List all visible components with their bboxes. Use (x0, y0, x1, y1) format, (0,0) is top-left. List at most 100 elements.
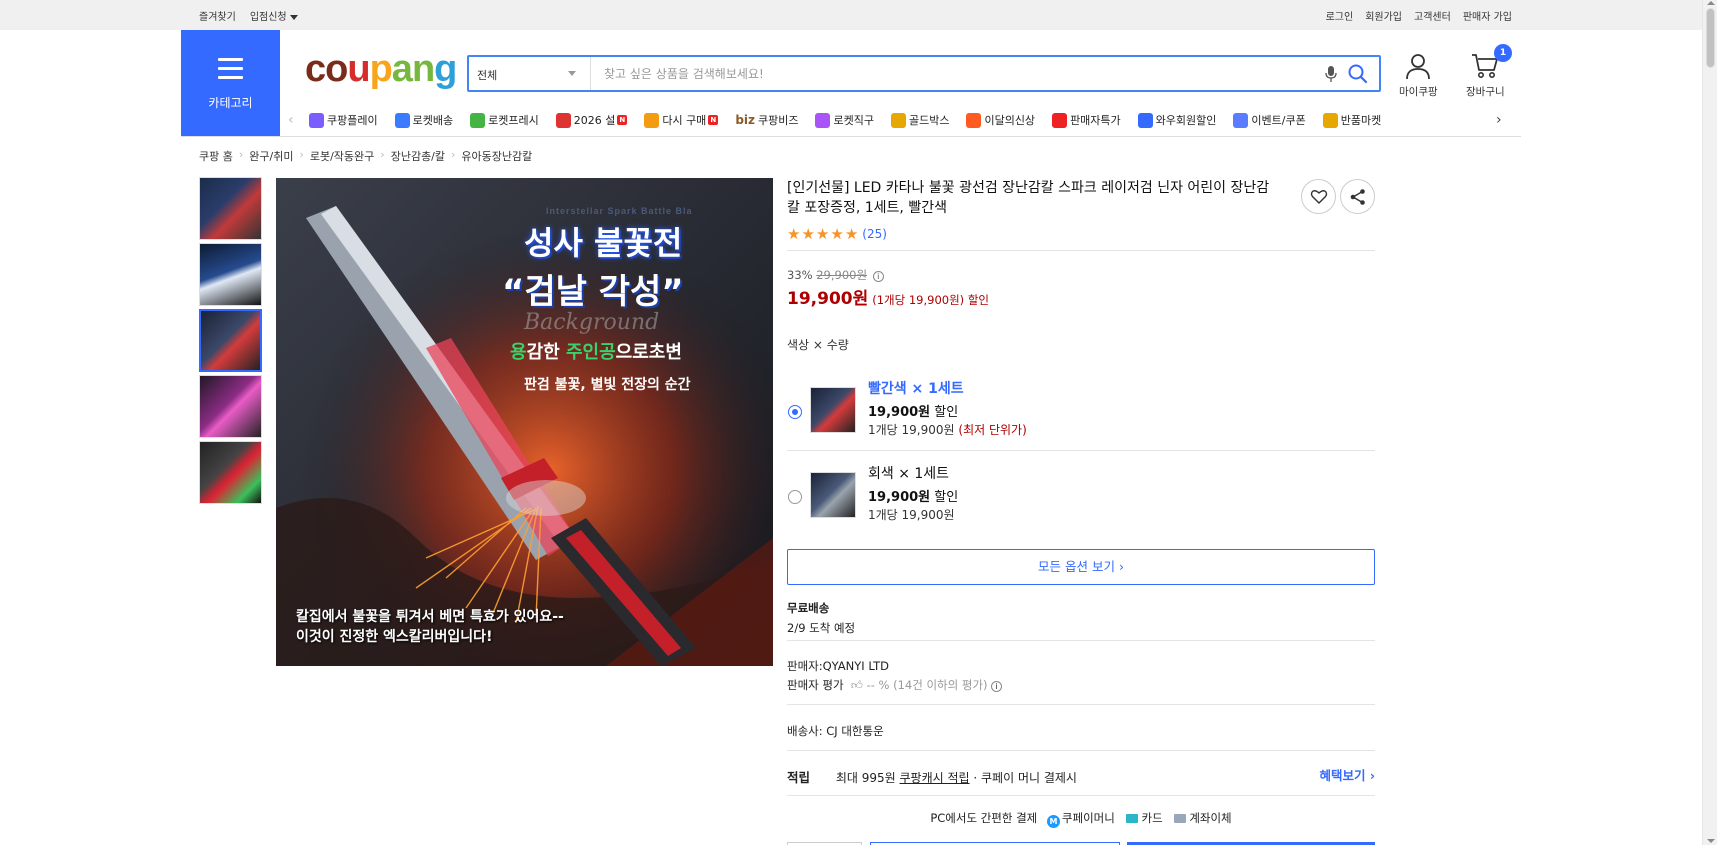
thumbnail-list (199, 177, 262, 507)
nav-item[interactable]: 이벤트/쿠폰 (1233, 112, 1306, 128)
breadcrumb-item[interactable]: 쿠팡 홈 (199, 148, 233, 164)
option-radio[interactable] (788, 490, 802, 504)
nav-item[interactable]: 2026 설N (555, 112, 628, 128)
my-coupang-label: 마이쿠팡 (1399, 86, 1438, 98)
breadcrumb-item[interactable]: 장난감총/칼 (391, 148, 445, 164)
thumbs-up-icon: 👍︎ (847, 678, 863, 692)
option-unit-price: 1개당 19,900원 (최저 단위가) (868, 423, 1027, 437)
share-button[interactable] (1340, 179, 1375, 214)
product-main-image[interactable]: Interstellar Spark Battle Bla 성사 불꽃전 “검날… (276, 178, 773, 666)
review-count[interactable]: (25) (862, 227, 887, 241)
nav-item[interactable]: 로켓배송 (394, 112, 453, 128)
nav-item-icon (1052, 112, 1068, 128)
divider (787, 250, 1375, 251)
hamburger-icon (218, 58, 243, 79)
category-menu-button[interactable]: 카테고리 (181, 30, 280, 136)
nav-item-icon (644, 112, 660, 128)
free-shipping-label: 무료배송 (787, 601, 830, 615)
seller-rating-note: (14건 이하의 평가) (893, 678, 988, 692)
nav-prev-icon[interactable]: ‹ (288, 112, 294, 128)
nav-item[interactable]: 로켓프레시 (470, 112, 539, 128)
search-input[interactable] (592, 57, 1292, 90)
nav-item[interactable]: 로켓직구 (815, 112, 874, 128)
nav-item[interactable]: 골드박스 (890, 112, 949, 128)
option-price: 19,900원 할인 (868, 405, 959, 420)
nav-item[interactable]: 판매자특가 (1052, 112, 1121, 128)
reward-row: 적립 최대 995원 쿠팡캐시 적립 · 쿠페이 머니 결제시 (787, 767, 1077, 786)
option-thumbnail (810, 387, 856, 433)
nav-item[interactable]: 와우회원할인 (1137, 112, 1217, 128)
option-item-red[interactable]: 빨간색 × 1세트 19,900원 할인 1개당 19,900원 (최저 단위가… (787, 371, 1375, 455)
microphone-icon[interactable] (1325, 65, 1337, 83)
coupay-icon: M (1046, 815, 1060, 828)
nav-item-label: 2026 설 (573, 114, 616, 127)
search-category-select[interactable]: 전체 (469, 57, 591, 90)
login-link[interactable]: 로그인 (1326, 8, 1354, 23)
vendor-apply-label: 입점신청 (249, 12, 287, 23)
nav-item-label: 쿠팡플레이 (327, 114, 378, 127)
image-caption: 판검 불꽃, 별빛 전장의 순간 (524, 377, 691, 393)
breadcrumb-item[interactable]: 유아동장난감칼 (461, 148, 532, 164)
divider (181, 136, 1521, 137)
nav-item[interactable]: 이달의신상 (966, 112, 1035, 128)
nav-item-icon (309, 112, 324, 128)
info-icon[interactable]: i (872, 271, 884, 282)
vendor-apply-link[interactable]: 입점신청 (250, 8, 298, 23)
nav-item-icon (1233, 112, 1249, 128)
thumbnail[interactable] (199, 441, 262, 504)
nav-item[interactable]: biz 쿠팡비즈 (735, 112, 798, 128)
nav-item-icon (555, 112, 571, 128)
search-icon[interactable] (1347, 63, 1369, 85)
seller-name[interactable]: 판매자:QYANYI LTD (787, 658, 889, 674)
page-scrollbar[interactable] (1702, 0, 1717, 845)
scroll-up-icon[interactable] (1707, 1, 1715, 5)
option-name: 회색 × 1세트 (868, 466, 950, 482)
sale-price-row: 19,900원 (1개당 19,900원) 할인 (787, 284, 989, 309)
benefit-link[interactable]: 혜택보기 › (1319, 765, 1375, 784)
all-options-button[interactable]: 모든 옵션 보기 › (787, 549, 1375, 585)
nav-item-icon (470, 112, 486, 128)
seller-signup-link[interactable]: 판매자 가입 (1463, 8, 1512, 23)
share-icon (1350, 189, 1365, 205)
category-nav: ‹ 쿠팡플레이 로켓배송 로켓프레시 2026 설 N 다시 구매 N biz 쿠팡비즈 로켓직구… (285, 108, 1525, 135)
divider (787, 750, 1375, 751)
thumbnail[interactable] (199, 177, 262, 240)
thumbnail[interactable] (199, 375, 262, 438)
bank-label: 계좌이체 (1189, 811, 1232, 825)
nav-item[interactable]: 다시 구매 N (644, 112, 719, 128)
coupang-cash-link[interactable]: 쿠팡캐시 적립 (900, 771, 970, 785)
star-icon: ★ (815, 225, 830, 243)
rating-stars[interactable]: ★ ★ ★ ★ ★ (25) (787, 225, 887, 243)
category-menu-label: 카테고리 (208, 96, 253, 110)
nav-item-label: 판매자특가 (1070, 114, 1121, 127)
nav-next-icon[interactable]: › (1496, 112, 1502, 128)
option-thumbnail (810, 472, 856, 518)
image-bottom-text-2: 이것이 진정한 엑스칼리버입니다! (296, 629, 493, 645)
card-label: 카드 (1141, 811, 1163, 825)
scroll-down-icon[interactable] (1707, 839, 1715, 843)
nav-item[interactable]: 반품마켓 (1322, 112, 1381, 128)
info-icon[interactable]: i (991, 681, 1003, 692)
nav-item[interactable]: 쿠팡플레이 (309, 112, 378, 128)
breadcrumb-item[interactable]: 로봇/작동완구 (310, 148, 374, 164)
option-label: 색상 × 수량 (787, 338, 849, 352)
original-price-row: 33% 29,900원 i (787, 267, 884, 283)
nav-item-icon (1322, 112, 1338, 128)
my-coupang-button[interactable]: 마이쿠팡 (1399, 52, 1438, 99)
option-item-gray[interactable]: 회색 × 1세트 19,900원 할인 1개당 19,900원 (787, 456, 1375, 540)
favorite-button[interactable] (1301, 179, 1336, 214)
thumbnail-selected[interactable] (199, 309, 262, 372)
signup-link[interactable]: 회원가입 (1365, 8, 1402, 23)
bookmark-link[interactable]: 즐겨찾기 (199, 8, 236, 23)
customer-center-link[interactable]: 고객센터 (1414, 8, 1451, 23)
coupang-logo[interactable]: coupang (305, 48, 457, 91)
nav-item-label: 와우회원할인 (1155, 114, 1217, 127)
thumbnail[interactable] (199, 243, 262, 306)
scrollbar-thumb[interactable] (1706, 8, 1715, 68)
star-icon: ★ (787, 225, 801, 243)
option-radio[interactable] (788, 405, 802, 419)
breadcrumb-item[interactable]: 완구/취미 (249, 148, 293, 164)
chevron-down-icon (568, 71, 576, 76)
sale-price: 19,900원 (787, 289, 869, 309)
cart-count-badge: 1 (1494, 44, 1512, 62)
